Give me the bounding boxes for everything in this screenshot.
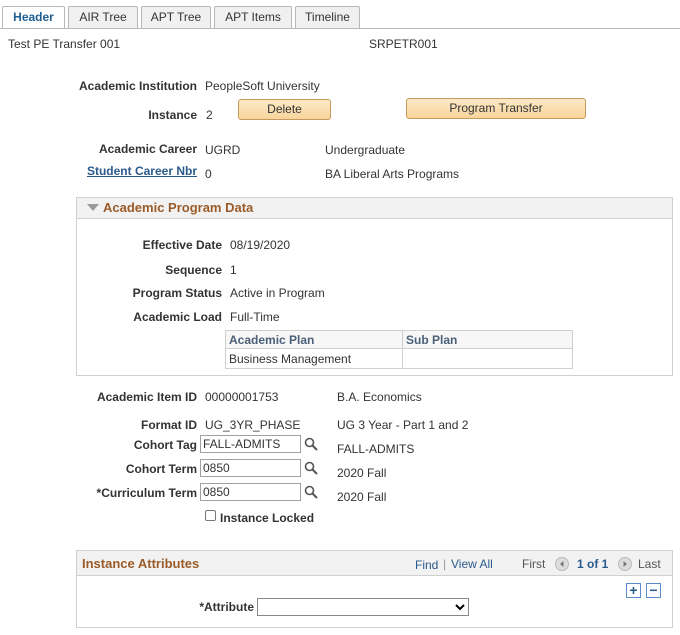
tab-air-tree[interactable]: AIR Tree [68,6,138,28]
status-label: Program Status [132,286,222,300]
load-label: Academic Load [133,310,222,324]
tab-apt-items[interactable]: APT Items [214,6,292,28]
program-section-title: Academic Program Data [103,200,254,215]
career-nbr-desc: BA Liberal Arts Programs [325,167,460,181]
status-value: Active in Program [230,286,325,300]
delete-button[interactable]: Delete [238,99,331,120]
next-icon[interactable] [618,557,632,571]
cohort-term-desc: 2020 Fall [337,466,387,480]
plan-grid-header: Academic Plan Sub Plan [225,330,573,349]
effdt-value: 08/19/2020 [230,238,291,252]
search-icon[interactable] [304,485,318,499]
add-row-icon[interactable]: + [626,583,641,598]
career-desc: Undergraduate [325,143,406,157]
delete-row-icon[interactable]: − [646,583,661,598]
attribute-select[interactable] [257,598,469,616]
load-value: Full-Time [230,310,280,324]
cohort-tag-label: Cohort Tag [133,438,197,452]
program-transfer-button[interactable]: Program Transfer [406,98,586,119]
curriculum-term-label: *Curriculum Term [96,486,197,500]
collapse-icon[interactable] [87,204,99,211]
tab-timeline[interactable]: Timeline [295,6,360,28]
cohort-tag-desc: FALL-ADMITS [337,442,415,456]
format-id-desc: UG 3 Year - Part 1 and 2 [337,418,469,432]
plan-column-header: Academic Plan [225,330,403,349]
format-id-label: Format ID [140,418,197,432]
effdt-label: Effective Date [142,238,222,252]
program-section-header[interactable]: Academic Program Data [77,198,672,219]
instance-label: Instance [148,108,197,122]
attributes-section-title: Instance Attributes [82,556,200,571]
subplan-cell [402,348,573,369]
sequence-label: Sequence [165,263,222,277]
format-id-value: UG_3YR_PHASE [205,418,301,432]
curriculum-term-input[interactable] [200,483,301,501]
cohort-tag-input[interactable] [200,435,301,453]
item-id-label: Academic Item ID [96,390,197,404]
curriculum-term-desc: 2020 Fall [337,490,387,504]
plan-grid: Academic Plan Sub Plan Business Manageme… [225,330,573,369]
instance-locked-label: Instance Locked [220,511,315,525]
search-icon[interactable] [304,437,318,451]
tab-divider [0,28,680,29]
previous-icon[interactable] [555,557,569,571]
table-row: Business Management [225,348,573,369]
sequence-value: 1 [230,263,237,277]
plan-cell: Business Management [225,348,403,369]
attribute-label: *Attribute [199,600,254,614]
career-label: Academic Career [98,142,197,156]
institution-label: Academic Institution [78,79,197,93]
student-career-nbr-link[interactable]: Student Career Nbr [87,164,197,178]
cohort-term-input[interactable] [200,459,301,477]
pager-text: 1 of 1 [577,557,609,571]
tab-header[interactable]: Header [2,6,65,29]
item-id-value: 00000001753 [205,390,279,404]
career-code: UGRD [205,143,241,157]
instance-locked-checkbox[interactable] [205,510,216,521]
instance-value: 2 [206,108,213,122]
person-name: Test PE Transfer 001 [8,37,121,51]
tab-apt-tree[interactable]: APT Tree [141,6,211,28]
subplan-column-header: Sub Plan [402,330,573,349]
find-link[interactable]: Find [415,558,438,572]
cohort-term-label: Cohort Term [125,462,197,476]
institution-value: PeopleSoft University [205,79,320,93]
view-all-link[interactable]: View All [451,557,493,571]
person-id: SRPETR001 [369,37,438,51]
career-nbr-value: 0 [205,167,212,181]
last-label[interactable]: Last [638,557,661,571]
separator: | [443,557,447,571]
item-id-desc: B.A. Economics [337,390,422,404]
search-icon[interactable] [304,461,318,475]
first-label[interactable]: First [522,557,545,571]
